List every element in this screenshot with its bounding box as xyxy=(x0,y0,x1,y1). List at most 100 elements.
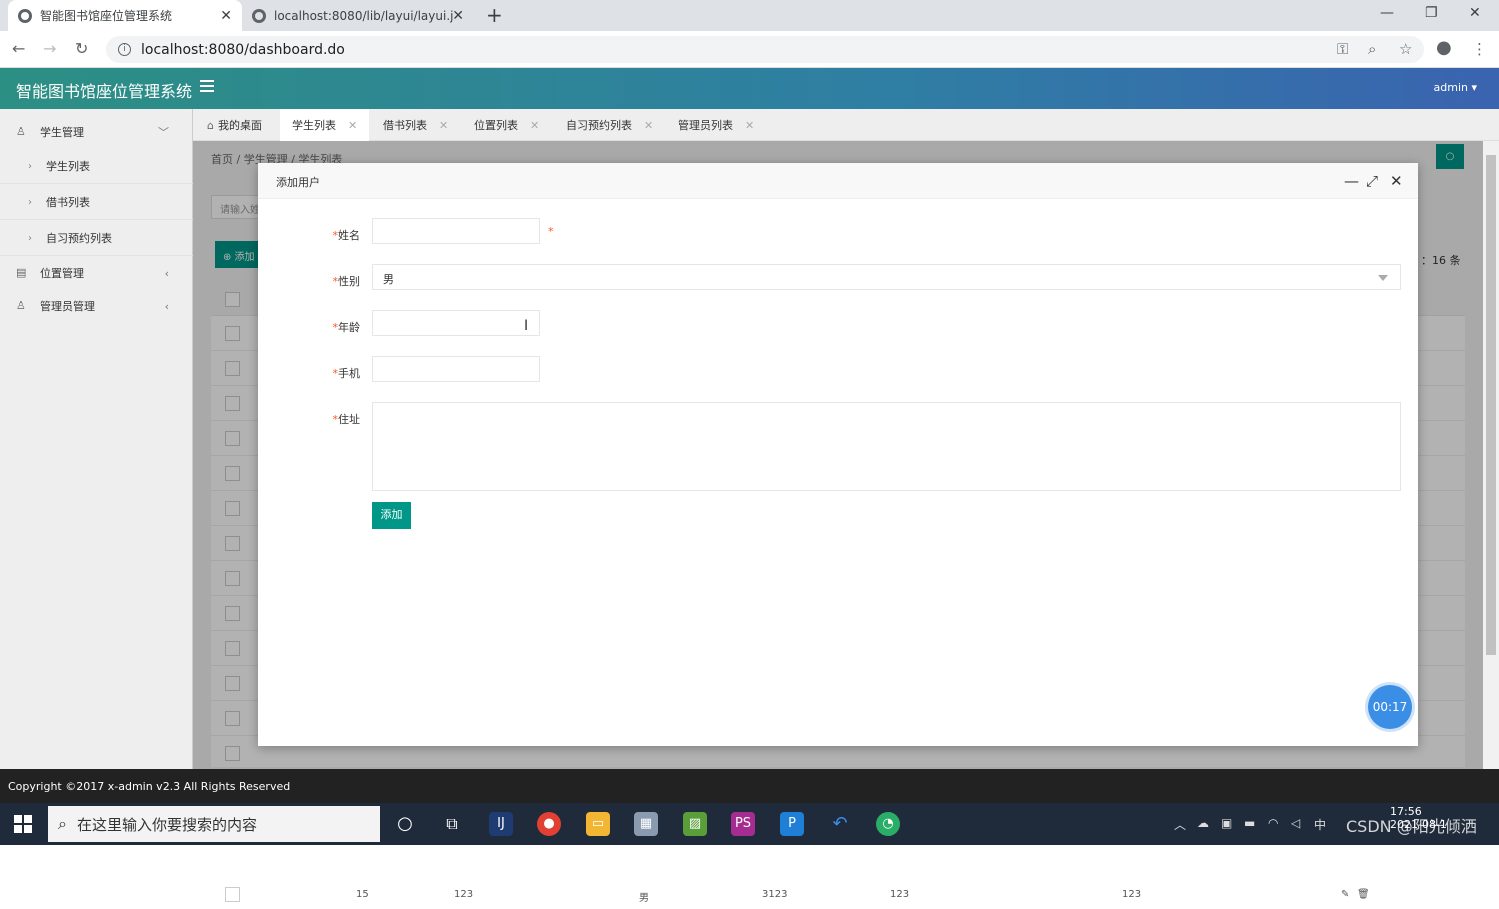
user-icon: ♙ xyxy=(16,299,26,312)
add-user-dialog: 添加用户 — ⤢ ✕ *姓名 * *性别 男 *年龄 I *手机 *住址 添加 xyxy=(258,163,1418,746)
more-icon[interactable]: ⋮ xyxy=(1472,40,1487,58)
user-menu[interactable]: admin ▾ xyxy=(1434,81,1478,94)
wechat-icon[interactable]: ◔ xyxy=(876,812,900,836)
forward-icon[interactable]: → xyxy=(43,39,56,58)
close-icon[interactable]: ✕ xyxy=(1390,172,1403,190)
app-icon[interactable]: ↶ xyxy=(828,812,852,836)
dialog-title: 添加用户 xyxy=(276,176,320,189)
windows-start-icon[interactable] xyxy=(14,815,32,833)
text-cursor-icon: I xyxy=(524,318,529,334)
back-icon[interactable]: ← xyxy=(12,39,25,58)
close-icon[interactable]: ✕ xyxy=(348,119,357,132)
file-explorer-icon[interactable]: ▭ xyxy=(586,812,610,836)
battery-icon[interactable]: ▬ xyxy=(1244,816,1255,830)
tab-label: 学生列表 xyxy=(292,119,336,132)
p-app-icon[interactable]: P xyxy=(780,812,804,836)
gender-select[interactable]: 男 xyxy=(372,264,1401,290)
address-textarea[interactable] xyxy=(372,402,1401,491)
edit-icon[interactable]: ✎ xyxy=(1341,889,1349,900)
ime-indicator[interactable]: 中 xyxy=(1314,816,1326,833)
name-input[interactable] xyxy=(372,218,540,244)
close-icon[interactable]: ✕ xyxy=(745,119,754,132)
cell-phone: 123 xyxy=(890,889,910,900)
tab-study-reservation-list[interactable]: 自习预约列表 ✕ xyxy=(554,109,665,141)
chrome-icon[interactable]: ● xyxy=(537,812,561,836)
sidebar-group-admins[interactable]: ♙ 管理员管理 ‹ xyxy=(0,289,193,323)
scrollbar[interactable] xyxy=(1483,141,1499,769)
tab-my-desktop[interactable]: ⌂ 我的桌面 xyxy=(195,109,274,141)
cortana-icon[interactable]: ○ xyxy=(393,812,417,836)
cloud-icon[interactable]: ☁ xyxy=(1197,816,1209,830)
chevron-down-icon: ﹀ xyxy=(158,126,169,139)
phone-input[interactable] xyxy=(372,356,540,382)
tab-borrow-list[interactable]: 借书列表 ✕ xyxy=(371,109,460,141)
delete-icon[interactable]: 🗑 xyxy=(1357,889,1370,900)
dialog-header: 添加用户 — ⤢ ✕ xyxy=(258,163,1418,199)
cell-id: 15 xyxy=(356,889,369,900)
cell-name: 123 xyxy=(454,889,474,900)
chevron-left-icon: ‹ xyxy=(164,299,169,313)
close-icon[interactable]: ✕ xyxy=(439,119,448,132)
window-close-icon[interactable]: ✕ xyxy=(1469,5,1481,21)
close-icon[interactable]: ✕ xyxy=(530,119,539,132)
intellij-icon[interactable]: IJ xyxy=(489,812,513,836)
menu-icon[interactable] xyxy=(200,80,214,92)
globe-icon xyxy=(252,8,266,23)
tab-seat-list[interactable]: 位置列表 ✕ xyxy=(462,109,551,141)
home-icon: ⌂ xyxy=(207,118,214,132)
chevron-right-icon: › xyxy=(28,160,32,172)
browser-tab-layui[interactable]: localhost:8080/lib/layui/layui.j ✕ xyxy=(242,0,474,31)
tray-up-icon[interactable]: ︿ xyxy=(1174,816,1186,833)
search-icon: ⌕ xyxy=(58,814,67,833)
phpstorm-icon[interactable]: PS xyxy=(731,812,755,836)
sidebar-group-students[interactable]: ♙ 学生管理 ﹀ xyxy=(0,115,193,149)
info-icon[interactable]: i xyxy=(118,43,131,56)
new-tab-icon[interactable]: + xyxy=(486,3,503,27)
submit-button[interactable]: 添加 xyxy=(372,502,411,529)
phone-label: *手机 xyxy=(332,367,361,380)
sidebar-item-label: 自习预约列表 xyxy=(46,232,112,245)
name-label: *姓名 xyxy=(332,229,361,242)
tab-student-list[interactable]: 学生列表 ✕ xyxy=(280,109,370,141)
sidebar-item-borrow-list[interactable]: › 借书列表 xyxy=(0,185,193,220)
row-checkbox[interactable] xyxy=(225,887,240,902)
taskbar-search-input[interactable]: ⌕ 在这里输入你要搜索的内容 xyxy=(48,806,380,842)
app-header: 智能图书馆座位管理系统 admin ▾ xyxy=(0,68,1499,109)
task-view-icon[interactable]: ⧉ xyxy=(440,812,464,836)
sidebar-item-study-reservation-list[interactable]: › 自习预约列表 xyxy=(0,221,193,256)
tab-label: 管理员列表 xyxy=(678,119,733,132)
scrollbar-thumb[interactable] xyxy=(1486,155,1496,655)
app-icon[interactable]: ▨ xyxy=(683,812,707,836)
account-icon[interactable]: ● xyxy=(1436,37,1452,58)
caret-down-icon xyxy=(1378,275,1388,281)
tab-admin-list[interactable]: 管理员列表 ✕ xyxy=(666,109,766,141)
volume-icon[interactable]: ◁ xyxy=(1291,816,1300,830)
app-icon[interactable]: ▦ xyxy=(634,812,658,836)
close-icon[interactable]: ✕ xyxy=(220,8,232,24)
maximize-icon[interactable]: ⤢ xyxy=(1366,172,1378,190)
tray-app-icon[interactable]: ▣ xyxy=(1221,816,1232,830)
browser-tab-dashboard[interactable]: 智能图书馆座位管理系统 ✕ xyxy=(8,0,242,31)
tab-label: 自习预约列表 xyxy=(566,119,632,132)
recording-timer[interactable]: 00:17 xyxy=(1368,685,1412,729)
reload-icon[interactable]: ↻ xyxy=(75,39,88,58)
browser-tab-title: 智能图书馆座位管理系统 xyxy=(40,9,173,23)
key-icon[interactable]: ⚿ xyxy=(1337,40,1348,58)
restore-icon[interactable]: ❐ xyxy=(1425,5,1438,21)
tab-label: 位置列表 xyxy=(474,119,518,132)
zoom-icon[interactable]: ⌕ xyxy=(1368,40,1376,58)
close-icon[interactable]: ✕ xyxy=(452,8,464,24)
sidebar-group-seats[interactable]: ▤ 位置管理 ‹ xyxy=(0,256,193,290)
wifi-icon[interactable]: ◠ xyxy=(1268,816,1278,830)
age-input[interactable] xyxy=(372,310,540,336)
sidebar: ♙ 学生管理 ﹀ › 学生列表 › 借书列表 › 自习预约列表 ▤ 位置管理 ‹… xyxy=(0,109,193,769)
url-input[interactable]: i localhost:8080/dashboard.do xyxy=(106,36,1424,63)
cell-age: 3123 xyxy=(762,889,788,900)
close-icon[interactable]: ✕ xyxy=(644,119,653,132)
sidebar-item-student-list[interactable]: › 学生列表 xyxy=(0,149,193,184)
sidebar-item-label: 借书列表 xyxy=(46,196,90,209)
minimize-icon[interactable]: — xyxy=(1344,172,1359,190)
gender-label: *性别 xyxy=(332,275,361,288)
minimize-icon[interactable]: — xyxy=(1380,5,1394,21)
star-icon[interactable]: ☆ xyxy=(1399,40,1412,58)
